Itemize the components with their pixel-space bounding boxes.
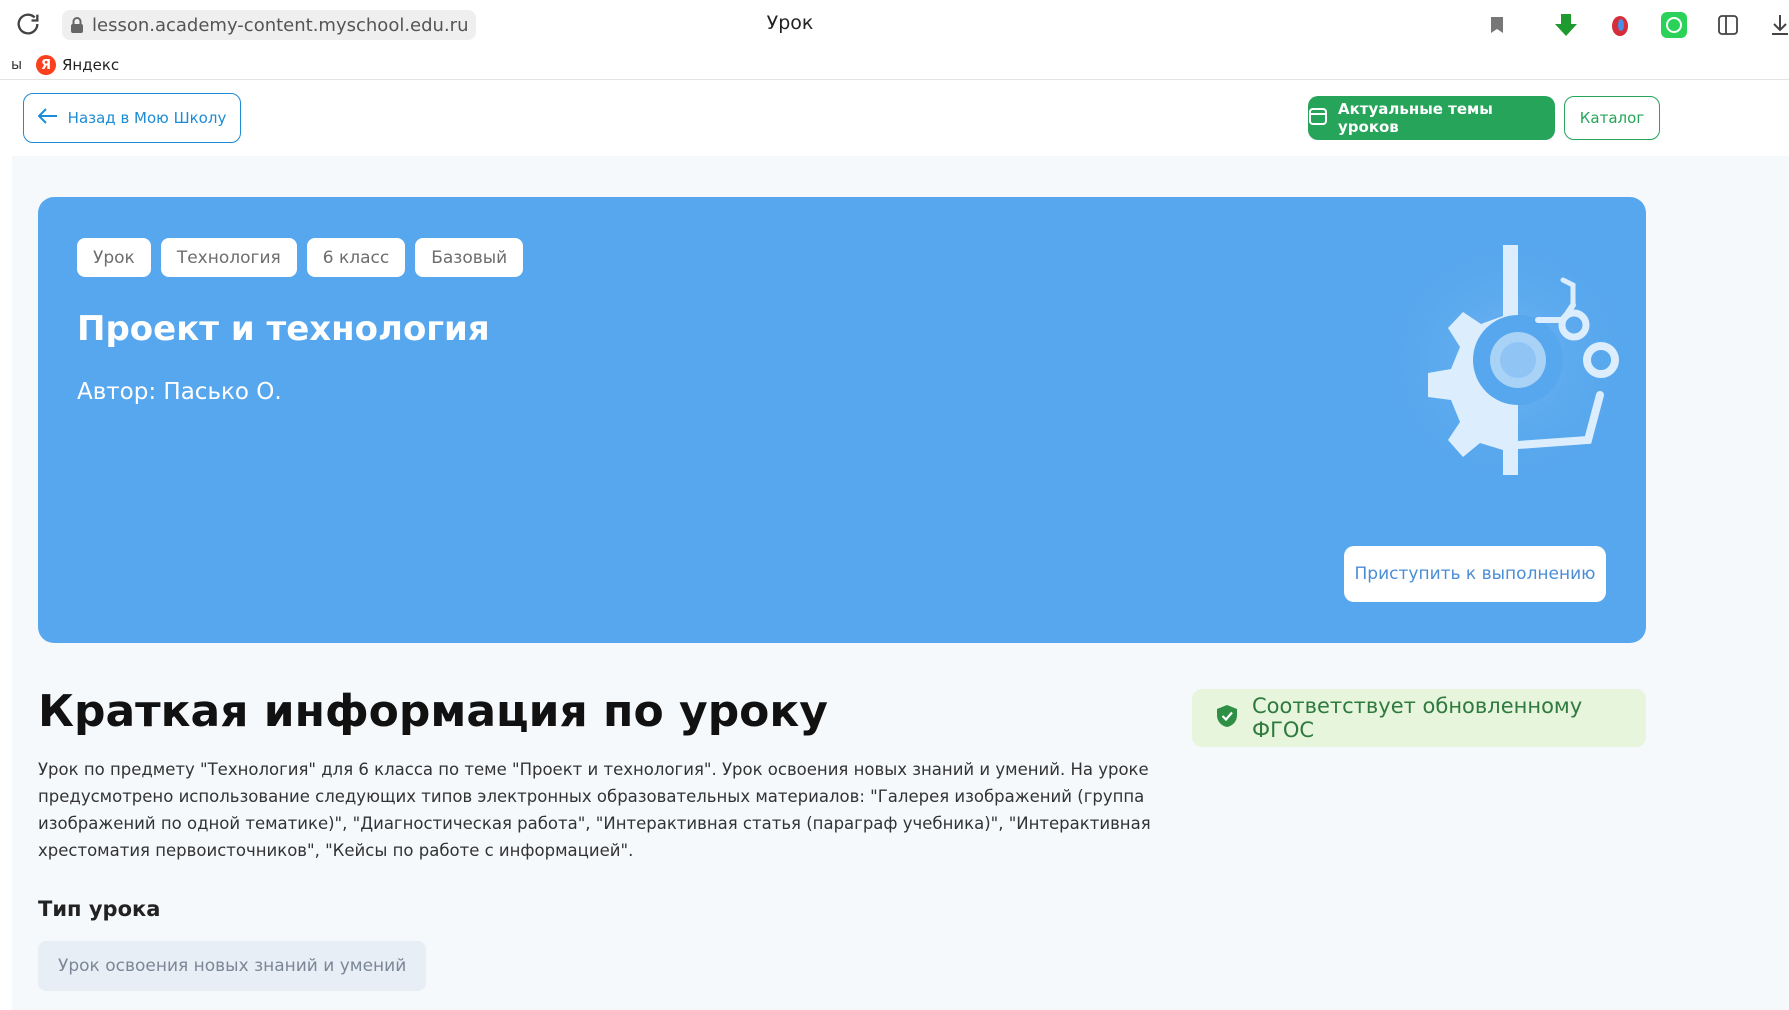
lesson-type-heading: Тип урока: [38, 897, 161, 921]
catalog-button[interactable]: Каталог: [1564, 96, 1660, 140]
sidebar-icon[interactable]: [1713, 10, 1743, 40]
back-button-label: Назад в Мою Школу: [67, 109, 227, 127]
yandex-logo-icon: Я: [36, 55, 56, 75]
lock-icon: [62, 10, 92, 40]
bookmark-yandex-label: Яндекс: [62, 56, 120, 74]
calendar-icon: [1308, 106, 1328, 130]
bookmarks-bar: ы Я Яндекс: [0, 52, 1789, 80]
whatsapp-icon[interactable]: [1659, 10, 1689, 40]
extension-icon[interactable]: [1605, 10, 1635, 40]
address-text: lesson.academy-content.myschool.edu.ru: [92, 14, 469, 36]
address-bar[interactable]: lesson.academy-content.myschool.edu.ru: [62, 10, 476, 40]
back-button[interactable]: Назад в Мою Школу: [23, 93, 241, 143]
tag-grade: 6 класс: [306, 238, 406, 277]
lesson-description: Урок по предмету "Технология" для 6 клас…: [38, 760, 1151, 860]
tag-level: Базовый: [415, 238, 524, 277]
bookmark-fragment[interactable]: ы: [11, 57, 22, 73]
topics-button[interactable]: Актуальные темы уроков: [1308, 96, 1555, 140]
tag-list: Урок Технология 6 класс Базовый: [77, 238, 524, 277]
tag-type: Урок: [77, 238, 151, 277]
tab-title: Урок: [766, 12, 814, 34]
topics-button-label: Актуальные темы уроков: [1338, 100, 1493, 136]
lesson-type-chip: Урок освоения новых знаний и умений: [38, 941, 427, 991]
gear-circuit-icon: [1383, 235, 1633, 485]
download-arrow-icon[interactable]: [1551, 10, 1581, 40]
fgos-badge: Соответствует обновленному ФГОС: [1192, 689, 1646, 747]
reload-icon[interactable]: [14, 10, 42, 38]
start-lesson-button[interactable]: Приступить к выполнению: [1344, 546, 1606, 602]
downloads-icon[interactable]: [1765, 10, 1789, 40]
arrow-left-icon: [37, 108, 58, 128]
browser-toolbar: lesson.academy-content.myschool.edu.ru У…: [0, 0, 1789, 52]
section-title: Краткая информация по уроку: [38, 686, 828, 737]
bookmark-icon[interactable]: [1482, 10, 1512, 40]
tag-subject: Технология: [160, 238, 297, 277]
lesson-title: Проект и технология: [77, 309, 490, 349]
shield-check-icon: [1216, 704, 1238, 733]
lesson-hero-card: Урок Технология 6 класс Базовый Проект и…: [38, 197, 1646, 643]
fgos-badge-label: Соответствует обновленному ФГОС: [1252, 694, 1583, 742]
site-header: Назад в Мою Школу Актуальные темы уроков…: [12, 80, 1789, 156]
main-content: Урок Технология 6 класс Базовый Проект и…: [12, 156, 1789, 1010]
bookmark-yandex[interactable]: Я Яндекс: [36, 55, 119, 75]
lesson-author: Автор: Пасько О.: [77, 379, 282, 405]
